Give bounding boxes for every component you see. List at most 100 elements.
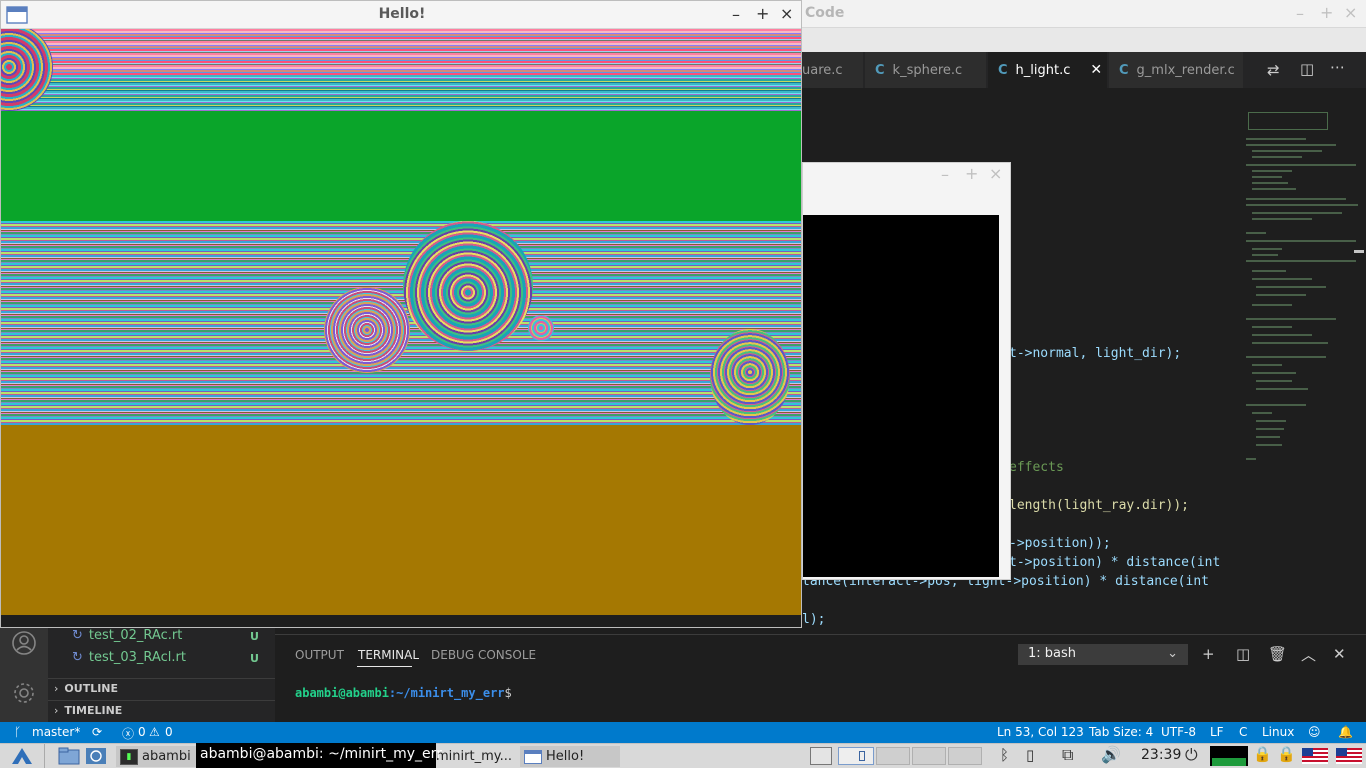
timeline-section-header[interactable]: › TIMELINE	[54, 704, 122, 717]
taskbar-item-hello[interactable]: Hello!	[520, 746, 620, 767]
taskbar-item-terminal[interactable]: ▮ abambi	[116, 746, 198, 767]
minimap-block	[1248, 112, 1328, 130]
minimap[interactable]	[1242, 108, 1358, 638]
hello-titlebar[interactable]: Hello! – + ×	[1, 1, 801, 29]
git-branch[interactable]: master*	[32, 725, 80, 739]
chevron-right-icon: ›	[54, 682, 59, 695]
workspace-4[interactable]	[948, 747, 982, 765]
sphere	[403, 221, 533, 351]
close-panel-icon[interactable]: ✕	[1333, 645, 1346, 663]
close-icon[interactable]: ×	[989, 164, 1002, 183]
tab-k-sphere[interactable]: C k_sphere.c	[865, 52, 987, 88]
tab-close-icon[interactable]: ✕	[1090, 62, 1102, 78]
code-line: l);	[802, 612, 825, 627]
scrollbar-marker[interactable]	[1354, 250, 1364, 253]
line-ending[interactable]: LF	[1210, 725, 1224, 739]
chevron-down-icon: ⌄	[1167, 646, 1178, 661]
activity-bar	[0, 628, 48, 722]
account-icon[interactable]	[11, 630, 37, 656]
taskbar-item-vscode[interactable]: minirt_my...	[436, 746, 518, 767]
cpu-monitor[interactable]	[1210, 746, 1248, 766]
os-indicator[interactable]: Linux	[1262, 725, 1294, 739]
minimize-icon[interactable]: –	[1296, 4, 1304, 23]
lock-icon[interactable]: 🔒	[1277, 745, 1296, 763]
lock-icon[interactable]: 🔒	[1253, 745, 1272, 763]
volume-icon[interactable]: 🔊	[1101, 745, 1121, 764]
prompt-symbol: $	[504, 686, 512, 700]
compare-changes-icon[interactable]: ⇄	[1267, 61, 1280, 79]
maximize-icon[interactable]: +	[965, 164, 978, 183]
maximize-icon[interactable]: +	[1320, 3, 1333, 22]
striped-horizon	[1, 75, 801, 111]
status-bar: ᚴ master* ⟳ ⓧ 0 ⚠ 0 Ln 53, Col 123 Tab S…	[0, 722, 1366, 743]
tab-size[interactable]: Tab Size: 4	[1089, 725, 1153, 739]
split-editor-icon[interactable]: ◫	[1300, 60, 1314, 78]
close-icon[interactable]: ×	[1344, 3, 1357, 22]
tab-debug-console[interactable]: DEBUG CONSOLE	[431, 648, 536, 662]
bluetooth-icon[interactable]: ᛒ	[1000, 746, 1009, 764]
close-icon[interactable]: ×	[780, 4, 793, 23]
network-icon[interactable]: ⧉	[1062, 745, 1073, 765]
workspace-2[interactable]	[876, 747, 910, 765]
section-title: TIMELINE	[64, 704, 123, 717]
tab-g-mlx-render[interactable]: C g_mlx_render.c	[1109, 52, 1244, 88]
tab-label: g_mlx_render.c	[1136, 62, 1235, 78]
sphere	[528, 315, 554, 341]
workspace-window-marker	[859, 751, 865, 761]
tab-terminal[interactable]: TERMINAL	[358, 648, 419, 662]
clock[interactable]: 23:39	[1141, 747, 1181, 763]
git-status-badge: U	[250, 652, 259, 665]
new-terminal-icon[interactable]: +	[1202, 645, 1215, 663]
green-plane	[1, 111, 801, 221]
bottom-panel: OUTPUT TERMINAL DEBUG CONSOLE + ◫ 🗑 ︿ ✕	[275, 634, 1366, 722]
terminal-icon: ▮	[120, 748, 138, 765]
battery-icon[interactable]: ▯	[1026, 746, 1034, 764]
terminal-shell-select[interactable]: 1: bash ⌄	[1018, 644, 1188, 665]
divider	[48, 678, 275, 679]
bell-icon[interactable]: 🔔	[1338, 725, 1353, 739]
code-line: ->position));	[1009, 536, 1111, 551]
prompt-path: :~/minirt_my_err	[388, 686, 505, 700]
chevron-up-icon[interactable]: ︿	[1301, 644, 1316, 665]
workspace-3[interactable]	[912, 747, 946, 765]
tab-h-light[interactable]: C h_light.c ✕	[988, 52, 1108, 88]
file-manager-icon[interactable]	[58, 747, 80, 765]
code-text: t->normal, light_dir);	[1009, 346, 1182, 361]
more-actions-icon[interactable]: ⋯	[1330, 58, 1345, 76]
error-count[interactable]: 0	[138, 725, 146, 739]
trash-icon[interactable]: 🗑	[1268, 645, 1287, 663]
tab-output[interactable]: OUTPUT	[295, 648, 344, 662]
warning-count[interactable]: 0	[165, 725, 173, 739]
language-mode[interactable]: C	[1239, 725, 1247, 739]
us-flag-icon[interactable]	[1336, 748, 1362, 764]
minimize-icon[interactable]: –	[941, 165, 949, 184]
encoding[interactable]: UTF-8	[1161, 725, 1196, 739]
render-canvas	[1, 29, 801, 615]
terminal-prompt[interactable]: abambi@abambi:~/minirt_my_err$	[295, 686, 512, 700]
window-switch-icon[interactable]	[810, 747, 832, 765]
code-line: t->position) * distance(int	[1009, 555, 1220, 570]
divider	[44, 744, 45, 768]
canvas-bottom-edge	[1, 615, 801, 627]
file-item[interactable]: ↻ test_02_RAc.rt	[72, 628, 272, 643]
start-menu-icon[interactable]	[10, 746, 34, 766]
file-item[interactable]: ↻ test_03_RAcl.rt	[72, 650, 272, 665]
gear-icon[interactable]	[11, 680, 37, 706]
code-line: t->normal, light_dir);	[1009, 346, 1181, 361]
maximize-icon[interactable]: +	[756, 4, 769, 23]
section-title: OUTLINE	[64, 682, 119, 695]
sync-icon[interactable]: ⟳	[92, 725, 102, 739]
split-terminal-icon[interactable]: ◫	[1236, 645, 1250, 663]
power-icon[interactable]: ⏻	[1185, 745, 1198, 765]
outline-section-header[interactable]: › OUTLINE	[54, 682, 118, 695]
network-app-icon[interactable]	[85, 747, 107, 765]
cursor-position[interactable]: Ln 53, Col 123	[997, 725, 1084, 739]
us-flag-icon[interactable]	[1302, 748, 1328, 764]
workspace-1[interactable]	[838, 747, 874, 765]
dialog-canvas	[803, 215, 999, 577]
active-tab-indicator	[357, 666, 412, 667]
tab-square[interactable]: uare.c	[802, 52, 864, 88]
sphere	[324, 287, 410, 373]
minimize-icon[interactable]: –	[732, 5, 740, 24]
feedback-icon[interactable]: ☺	[1308, 725, 1321, 739]
